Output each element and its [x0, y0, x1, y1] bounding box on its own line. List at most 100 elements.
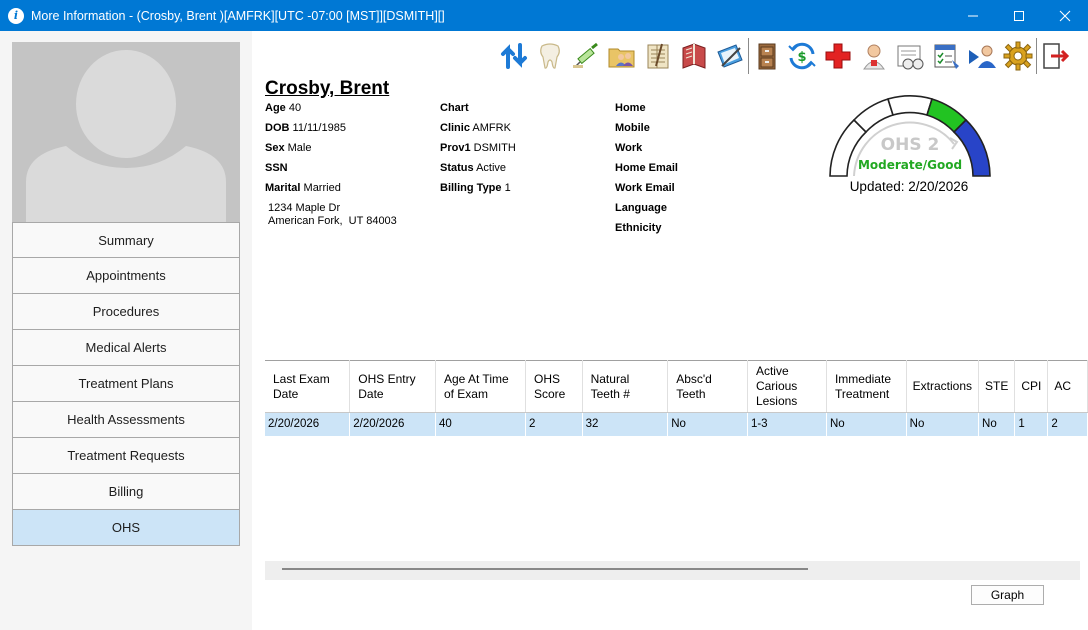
col-natural-teeth[interactable]: Natural Teeth #	[582, 360, 669, 413]
cell-immediate-treatment: No	[826, 412, 907, 436]
col-ohs-entry-date[interactable]: OHS Entry Date	[349, 360, 436, 413]
status-label: Status	[440, 162, 474, 174]
table-row[interactable]: 2/20/2026 2/20/2026 40 2 32 No 1-3 No No…	[265, 412, 1088, 436]
dob-label: DOB	[265, 122, 290, 134]
sidebar-item-appointments[interactable]: Appointments	[12, 258, 240, 294]
tooth-icon[interactable]	[532, 38, 568, 74]
marital-label: Marital	[265, 182, 301, 194]
marital-value: Married	[303, 182, 341, 194]
patient-address: 1234 Maple Dr American Fork, UT 84003	[268, 202, 397, 228]
person-arrow-icon[interactable]	[964, 38, 1000, 74]
book-icon[interactable]	[676, 38, 712, 74]
sex-value: Male	[287, 142, 312, 154]
language-label: Language	[615, 202, 667, 214]
sex-field: Sex Male	[265, 140, 346, 160]
sidebar-nav: Summary Appointments Procedures Medical …	[12, 222, 240, 546]
syringe-icon[interactable]	[568, 38, 604, 74]
col-ohs-score[interactable]: OHS Score	[525, 360, 583, 413]
age-label: Age	[265, 102, 286, 114]
col-cpi[interactable]: CPI	[1014, 360, 1049, 413]
prov1-value: DSMITH	[473, 142, 516, 154]
red-cross-icon[interactable]	[820, 38, 856, 74]
cell-ste: No	[978, 412, 1016, 436]
cell-cpi: 1	[1014, 412, 1049, 436]
chart-label: Chart	[440, 102, 469, 114]
ledger-icon[interactable]	[640, 38, 676, 74]
refresh-arrows-icon[interactable]	[496, 38, 532, 74]
sex-label: Sex	[265, 142, 285, 154]
address-line-1: 1234 Maple Dr	[268, 202, 341, 214]
gauge-status: Moderate/Good	[858, 158, 962, 172]
billing-type-value: 1	[504, 182, 511, 194]
status-field: Status Active	[440, 160, 516, 180]
work-phone-label: Work	[615, 142, 643, 154]
chart-field: Chart	[440, 100, 516, 120]
sidebar-item-health-assessments[interactable]: Health Assessments	[12, 402, 240, 438]
toolbar: $	[496, 37, 1072, 75]
cell-age-at-exam: 40	[435, 412, 526, 436]
sidebar-item-summary[interactable]: Summary	[12, 222, 240, 258]
cell-last-exam-date: 2/20/2026	[265, 412, 351, 436]
file-cabinet-icon[interactable]	[748, 38, 784, 74]
col-ac[interactable]: AC	[1047, 360, 1088, 413]
clinic-label: Clinic	[440, 122, 470, 134]
gauge-updated-date: Updated: 2/20/2026	[849, 179, 969, 194]
mobile-phone-label: Mobile	[615, 122, 650, 134]
col-immediate-treatment[interactable]: Immediate Treatment	[826, 360, 907, 413]
sidebar-item-billing[interactable]: Billing	[12, 474, 240, 510]
col-abscd-teeth[interactable]: Absc'd Teeth	[667, 360, 748, 413]
clinic-value: AMFRK	[472, 122, 511, 134]
col-ste[interactable]: STE	[978, 360, 1016, 413]
graph-button[interactable]: Graph	[971, 585, 1044, 605]
paper-chart-icon[interactable]	[892, 38, 928, 74]
sidebar-item-treatment-plans[interactable]: Treatment Plans	[12, 366, 240, 402]
home-email-label: Home Email	[615, 162, 678, 174]
ssn-label: SSN	[265, 162, 288, 174]
notebook-pen-icon[interactable]	[712, 38, 748, 74]
scrollbar-thumb[interactable]	[282, 568, 808, 570]
home-email-field: Home Email	[615, 160, 678, 180]
info-icon: i	[8, 7, 24, 24]
dob-field: DOB 11/11/1985	[265, 120, 346, 140]
language-field: Language	[615, 200, 678, 220]
sidebar-item-medical-alerts[interactable]: Medical Alerts	[12, 330, 240, 366]
dollar-refresh-icon[interactable]: $	[784, 38, 820, 74]
home-phone-field: Home	[615, 100, 678, 120]
address-line-2: American Fork, UT 84003	[268, 215, 397, 227]
title-bar: i More Information - (Crosby, Brent )[AM…	[0, 0, 1088, 31]
work-email-label: Work Email	[615, 182, 675, 194]
maximize-button[interactable]	[996, 0, 1042, 31]
prov1-field: Prov1 DSMITH	[440, 140, 516, 160]
minimize-button[interactable]	[950, 0, 996, 31]
folder-people-icon[interactable]	[604, 38, 640, 74]
home-phone-label: Home	[615, 102, 646, 114]
checklist-icon[interactable]	[928, 38, 964, 74]
dob-value: 11/11/1985	[292, 122, 346, 134]
horizontal-scrollbar[interactable]	[265, 561, 1080, 580]
sidebar-item-treatment-requests[interactable]: Treatment Requests	[12, 438, 240, 474]
cell-natural-teeth: 32	[582, 412, 669, 436]
status-value: Active	[476, 162, 507, 174]
person-card-icon[interactable]	[856, 38, 892, 74]
sidebar-item-ohs[interactable]: OHS	[12, 510, 240, 546]
col-last-exam-date[interactable]: Last Exam Date	[265, 360, 351, 413]
gauge-title: OHS 2	[881, 135, 940, 155]
cell-ohs-score: 2	[525, 412, 583, 436]
svg-text:$: $	[797, 50, 806, 65]
col-age-at-exam[interactable]: Age At Time of Exam	[435, 360, 526, 413]
col-extractions[interactable]: Extractions	[906, 360, 980, 413]
patient-photo	[12, 42, 240, 222]
marital-field: Marital Married	[265, 180, 346, 200]
cell-extractions: No	[906, 412, 980, 436]
age-value: 40	[288, 102, 302, 114]
sidebar-item-procedures[interactable]: Procedures	[12, 294, 240, 330]
cell-abscd-teeth: No	[667, 412, 748, 436]
col-active-carious-lesions[interactable]: Active Carious Lesions	[747, 360, 827, 413]
exit-door-icon[interactable]	[1036, 38, 1072, 74]
billing-type-field: Billing Type 1	[440, 180, 516, 200]
work-phone-field: Work	[615, 140, 678, 160]
gear-icon[interactable]	[1000, 38, 1036, 74]
close-button[interactable]	[1042, 0, 1088, 31]
prov1-label: Prov1	[440, 142, 471, 154]
mobile-phone-field: Mobile	[615, 120, 678, 140]
